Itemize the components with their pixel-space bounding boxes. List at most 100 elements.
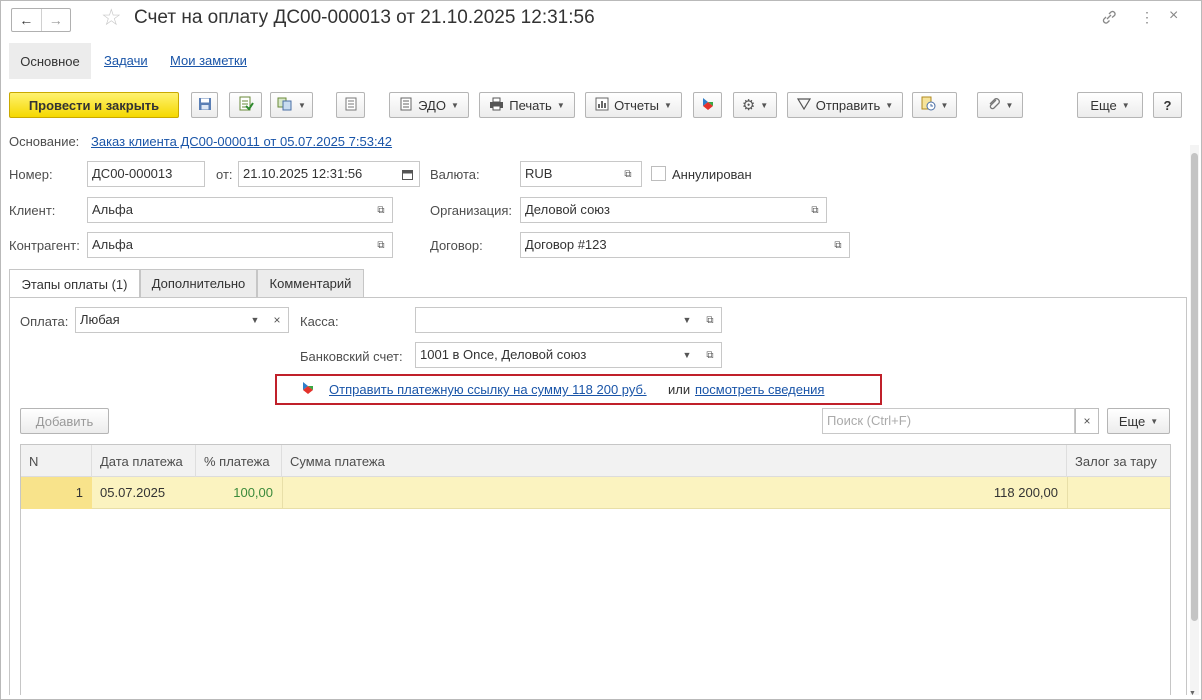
number-field[interactable]: ДС00-000013	[87, 161, 205, 187]
create-based-on-button[interactable]: ▼	[270, 92, 313, 118]
send-button[interactable]: Отправить ▼	[787, 92, 903, 118]
scrollbar-thumb[interactable]	[1191, 153, 1198, 621]
list-icon	[345, 97, 357, 114]
history-nav: ← →	[11, 8, 71, 32]
post-button[interactable]	[229, 92, 262, 118]
reports-icon	[595, 97, 609, 114]
bank-account-label: Банковский счет:	[300, 349, 403, 364]
row-divider	[282, 477, 283, 509]
chevron-down-icon: ▼	[1150, 416, 1159, 426]
payment-dropdown-icon[interactable]: ▼	[246, 310, 264, 330]
contract-field[interactable]: Договор #123	[520, 232, 850, 258]
chevron-down-icon: ▼	[760, 100, 769, 110]
post-document-icon	[238, 96, 254, 115]
cancelled-checkbox[interactable]	[651, 166, 666, 181]
settings-button[interactable]: ⚙ ▼	[733, 92, 777, 118]
open-counterparty-icon[interactable]: ⧉	[372, 235, 390, 255]
counterparty-label: Контрагент:	[9, 238, 80, 253]
organization-field[interactable]: Деловой союз	[520, 197, 827, 223]
payment-arrow-icon	[701, 97, 715, 114]
open-cash-icon[interactable]: ⧉	[701, 310, 719, 330]
close-icon[interactable]: ×	[1169, 7, 1178, 25]
edo-button[interactable]: ЭДО ▼	[389, 92, 469, 118]
basis-label: Основание:	[9, 134, 80, 149]
cash-label: Касса:	[300, 314, 339, 329]
chevron-down-icon: ▼	[556, 100, 565, 110]
tab-additional[interactable]: Дополнительно	[140, 269, 257, 297]
chevron-down-icon: ▼	[940, 100, 949, 110]
chevron-down-icon: ▼	[1005, 100, 1014, 110]
edo-label: ЭДО	[418, 97, 446, 113]
tab-payment-stages[interactable]: Этапы оплаты (1)	[9, 269, 140, 298]
chevron-down-icon: ▼	[1121, 100, 1130, 110]
save-button[interactable]	[191, 92, 218, 118]
link-icon[interactable]	[1101, 9, 1117, 28]
currency-label: Валюта:	[430, 167, 480, 182]
reports-label: Отчеты	[614, 97, 659, 113]
date-field[interactable]: 21.10.2025 12:31:56	[238, 161, 420, 187]
attachments-button[interactable]: ▼	[912, 92, 957, 118]
edo-icon	[399, 97, 413, 114]
document-window: ← → ☆ Счет на оплату ДС00-000013 от 21.1…	[0, 0, 1202, 700]
cash-select[interactable]	[415, 307, 722, 333]
back-icon[interactable]: ←	[12, 9, 41, 31]
row-number-cell: 1	[75, 485, 83, 500]
print-button[interactable]: Печать ▼	[479, 92, 575, 118]
view-details-link[interactable]: посмотреть сведения	[695, 382, 824, 397]
more-button[interactable]: Еще ▼	[1077, 92, 1143, 118]
open-organization-icon[interactable]: ⧉	[806, 200, 824, 220]
open-client-icon[interactable]: ⧉	[372, 200, 390, 220]
counterparty-field[interactable]: Альфа	[87, 232, 393, 258]
column-header-payment-percent[interactable]: % платежа	[196, 445, 282, 477]
attach-file-button[interactable]: ▼	[977, 92, 1023, 118]
column-header-payment-date[interactable]: Дата платежа	[92, 445, 196, 477]
help-button[interactable]: ?	[1153, 92, 1182, 118]
post-and-close-button[interactable]: Провести и закрыть	[9, 92, 179, 118]
open-bank-account-icon[interactable]: ⧉	[701, 345, 719, 365]
chevron-down-icon: ▼	[885, 100, 894, 110]
printer-icon	[489, 97, 504, 114]
open-currency-icon[interactable]: ⧉	[619, 164, 637, 184]
open-contract-icon[interactable]: ⧉	[829, 235, 847, 255]
organization-label: Организация:	[430, 203, 513, 218]
more-label: Еще	[1090, 97, 1117, 113]
number-label: Номер:	[9, 167, 53, 182]
column-header-container-deposit[interactable]: Залог за тару	[1067, 445, 1170, 477]
basis-link[interactable]: Заказ клиента ДС00-000011 от 05.07.2025 …	[91, 134, 392, 149]
contract-label: Договор:	[430, 238, 483, 253]
add-row-button[interactable]: Добавить	[20, 408, 109, 434]
more-vertical-icon[interactable]: ⋮	[1140, 9, 1154, 26]
cash-dropdown-icon[interactable]: ▼	[678, 310, 696, 330]
reports-button[interactable]: Отчеты ▼	[585, 92, 682, 118]
bank-dropdown-icon[interactable]: ▼	[678, 345, 696, 365]
chevron-down-icon: ▼	[450, 100, 459, 110]
column-header-n[interactable]: N	[21, 445, 92, 477]
column-header-payment-amount[interactable]: Сумма платежа	[282, 445, 1067, 477]
or-text: или	[668, 382, 691, 397]
scroll-down-icon[interactable]: ▼	[1189, 690, 1196, 697]
bank-account-select[interactable]: 1001 в Once, Деловой союз	[415, 342, 722, 368]
document-journal-button[interactable]	[336, 92, 365, 118]
payment-link-button[interactable]	[693, 92, 722, 118]
favorite-star-icon[interactable]: ☆	[101, 4, 122, 31]
tab-comment[interactable]: Комментарий	[257, 269, 364, 297]
table-more-button[interactable]: Еще ▼	[1107, 408, 1170, 434]
tab-my-notes[interactable]: Мои заметки	[170, 53, 247, 68]
payment-date-cell: 05.07.2025	[100, 485, 166, 500]
client-label: Клиент:	[9, 203, 56, 218]
create-based-on-icon	[277, 97, 293, 114]
tab-main[interactable]: Основное	[9, 43, 91, 79]
client-field[interactable]: Альфа	[87, 197, 393, 223]
send-payment-link[interactable]: Отправить платежную ссылку на сумму 118 …	[329, 382, 647, 397]
calendar-icon[interactable]	[398, 164, 416, 184]
document-clock-icon	[921, 96, 936, 114]
search-clear-icon[interactable]: ×	[1075, 408, 1099, 434]
payment-clear-icon[interactable]: ×	[268, 310, 286, 330]
payment-amount-cell: 118 200,00	[993, 485, 1058, 500]
window-title: Счет на оплату ДС00-000013 от 21.10.2025…	[134, 7, 595, 28]
tab-tasks[interactable]: Задачи	[104, 53, 148, 68]
search-input[interactable]: Поиск (Ctrl+F)	[822, 408, 1075, 434]
send-funnel-icon	[796, 97, 811, 113]
forward-icon[interactable]: →	[40, 9, 71, 31]
paperclip-icon	[987, 97, 1001, 114]
